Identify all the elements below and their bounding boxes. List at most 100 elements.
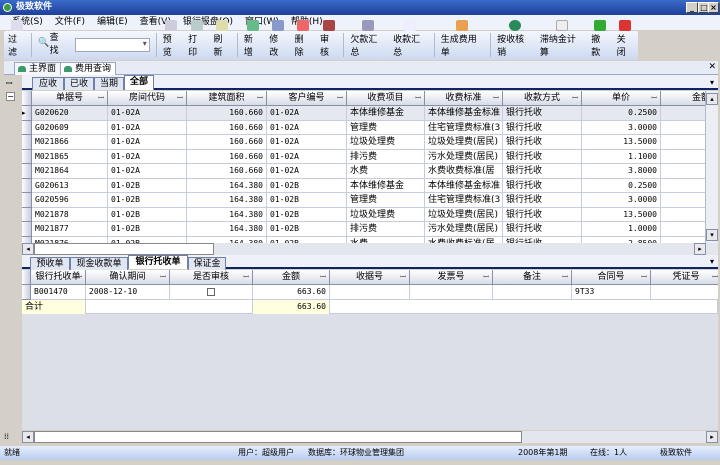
row-selector[interactable] (22, 285, 31, 300)
withdraw-button[interactable]: 撤款 (587, 20, 612, 58)
table-cell: 本体维修基金标准 (425, 106, 503, 121)
close-tab-icon[interactable]: ✕ (708, 62, 716, 72)
table-row[interactable]: M021865 01-02A 160.660 01-02A 排污费 污水处理费(居民) 银行… (22, 149, 718, 164)
table-row[interactable]: M021866 01-02A 160.660 01-02A 垃圾处理费 垃圾处理费(居民)… (22, 135, 718, 150)
tab-fee-query[interactable]: 费用查询 (60, 62, 117, 75)
late-fee-button[interactable]: 滞纳金计算 (536, 20, 587, 58)
writeoff-button[interactable]: 按收核销 (493, 20, 536, 58)
table-row[interactable]: B001470 2008-12-10 663.60 9T33 (22, 285, 718, 300)
menu-edit[interactable]: 编辑(E) (97, 15, 128, 30)
table-cell: G020596 (32, 193, 108, 208)
row-selector[interactable] (22, 120, 32, 135)
column-header[interactable]: 房间代码 (108, 91, 187, 106)
tab-receivable[interactable]: 应收 (32, 77, 64, 90)
table-row[interactable]: G020596 01-02B 164.380 01-02B 管理费 住宅管理费标准(3 银行… (22, 193, 718, 208)
table-row[interactable]: G020609 01-02A 160.660 01-02A 管理费 住宅管理费标准(3 银行… (22, 120, 718, 135)
add-button[interactable]: 新增 (240, 20, 265, 58)
tab-received[interactable]: 已收 (64, 77, 94, 90)
table-row[interactable]: M021878 01-02B 164.380 01-02B 垃圾处理费 垃圾处理费(居民)… (22, 207, 718, 222)
receipt-summary-button[interactable]: 收款汇总 (389, 20, 432, 58)
table-row[interactable]: M021877 01-02B 164.380 01-02B 排污费 污水处理费(居民) 银行… (22, 222, 718, 237)
column-header[interactable]: 发票号 (410, 270, 493, 285)
delete-icon (297, 20, 310, 31)
row-selector[interactable] (22, 178, 32, 193)
column-header[interactable]: 确认期间 (86, 270, 170, 285)
scroll-down-icon[interactable]: ▾ (706, 229, 718, 241)
scroll-left-icon[interactable]: ◂ (22, 431, 34, 443)
column-header[interactable]: 建筑面积 (187, 91, 267, 106)
table-cell: 0.2500 (582, 106, 661, 121)
column-header[interactable]: 收款方式 (503, 91, 582, 106)
search-input[interactable] (74, 38, 150, 52)
collapse-icon[interactable]: − (6, 92, 15, 101)
table-cell: 01-02B (108, 178, 187, 193)
table-row[interactable]: G020613 01-02B 164.380 01-02B 本体维修基金 本体维修基金标准… (22, 178, 718, 193)
column-header[interactable]: 收据号 (330, 270, 410, 285)
column-header[interactable]: 单价 (582, 91, 661, 106)
tab-all[interactable]: 全部 (124, 75, 154, 90)
table-cell: 663.60 (253, 285, 330, 300)
detail-hscroll[interactable]: ◂ ▸ (22, 431, 718, 443)
close-button[interactable]: 关闭 (613, 20, 638, 58)
refresh-button[interactable]: 刷新 (210, 20, 235, 58)
tab-deposit[interactable]: 保证金 (188, 257, 226, 270)
tab-bank-collection[interactable]: 银行托收单 (128, 255, 188, 269)
print-button[interactable]: 打印 (184, 20, 209, 58)
table-cell: 住宅管理费标准(3 (425, 193, 503, 208)
table-cell: 160.660 (187, 164, 267, 179)
column-header[interactable]: 是否审核 (170, 270, 253, 285)
row-selector[interactable] (22, 149, 32, 164)
dropdown-icon[interactable]: ▾ (710, 257, 714, 266)
row-selector[interactable] (22, 164, 32, 179)
table-cell: 01-02B (108, 193, 187, 208)
dropdown-icon[interactable]: ▾ (710, 78, 714, 87)
row-selector[interactable] (22, 222, 32, 237)
audited-checkbox[interactable] (170, 285, 253, 300)
column-header[interactable]: 备注 (493, 270, 572, 285)
column-header[interactable]: 收费项目 (347, 91, 425, 106)
main-grid: 单据号房间代码建筑面积客户编号收费项目收费标准收款方式单价金额▸G0206200… (22, 91, 718, 243)
menu-file[interactable]: 文件(F) (55, 15, 85, 30)
table-row[interactable]: M021864 01-02A 160.660 01-02A 水费 水费收费标准(居 银行托收… (22, 164, 718, 179)
row-selector[interactable] (22, 193, 32, 208)
row-selector[interactable]: ▸ (22, 106, 32, 121)
scroll-up-icon[interactable]: ▴ (706, 93, 718, 105)
row-selector[interactable] (22, 207, 32, 222)
row-selector[interactable] (22, 135, 32, 150)
arrears-summary-button[interactable]: 欠款汇总 (346, 20, 389, 58)
table-row[interactable]: ▸ G020620 01-02A 160.660 01-02A 本体维修基金 本体维修基金标… (22, 106, 718, 121)
tab-prepayment[interactable]: 预收单 (30, 257, 70, 270)
splitter-icon[interactable]: ⁞⁞ (4, 432, 9, 441)
tab-main[interactable]: 主界面 (14, 62, 62, 75)
audit-button[interactable]: 审核 (316, 20, 341, 58)
generate-bill-button[interactable]: 生成费用单 (437, 20, 488, 58)
column-header[interactable]: 单据号 (32, 91, 108, 106)
column-header[interactable]: 银行托收单 (31, 270, 86, 285)
scroll-thumb[interactable] (34, 243, 214, 255)
status-period: 2008年第1期 (518, 448, 568, 457)
column-header[interactable]: 凭证号 (651, 270, 718, 285)
delete-button[interactable]: 删除 (291, 20, 316, 58)
table-cell (493, 285, 572, 300)
column-header[interactable]: 客户编号 (267, 91, 347, 106)
table-cell: 3.0000 (582, 193, 661, 208)
minimize-button[interactable]: _ (686, 2, 698, 13)
preview-button[interactable]: 预览 (159, 20, 184, 58)
scroll-right-icon[interactable]: ▸ (706, 431, 718, 443)
total-label: 合计 (22, 299, 86, 314)
arrow-up-icon (593, 20, 606, 31)
pin-icon[interactable]: ꟷ (6, 78, 13, 89)
close-window-button[interactable]: × (708, 2, 719, 13)
scroll-left-icon[interactable]: ◂ (22, 243, 34, 255)
tab-cash-receipt[interactable]: 现金收款单 (70, 257, 128, 270)
scroll-thumb[interactable] (34, 431, 522, 443)
main-hscroll[interactable]: ◂ ▸ (22, 243, 718, 255)
tab-current[interactable]: 当期 (94, 77, 124, 90)
column-header[interactable]: 合同号 (572, 270, 651, 285)
column-header[interactable]: 收费标准 (425, 91, 503, 106)
filter-button[interactable]: 过滤 (4, 20, 29, 58)
column-header[interactable]: 金额 (253, 270, 330, 285)
scroll-right-icon[interactable]: ▸ (694, 243, 706, 255)
main-vscroll[interactable]: ▴ ▾ (705, 91, 718, 243)
edit-button[interactable]: 修改 (265, 20, 290, 58)
